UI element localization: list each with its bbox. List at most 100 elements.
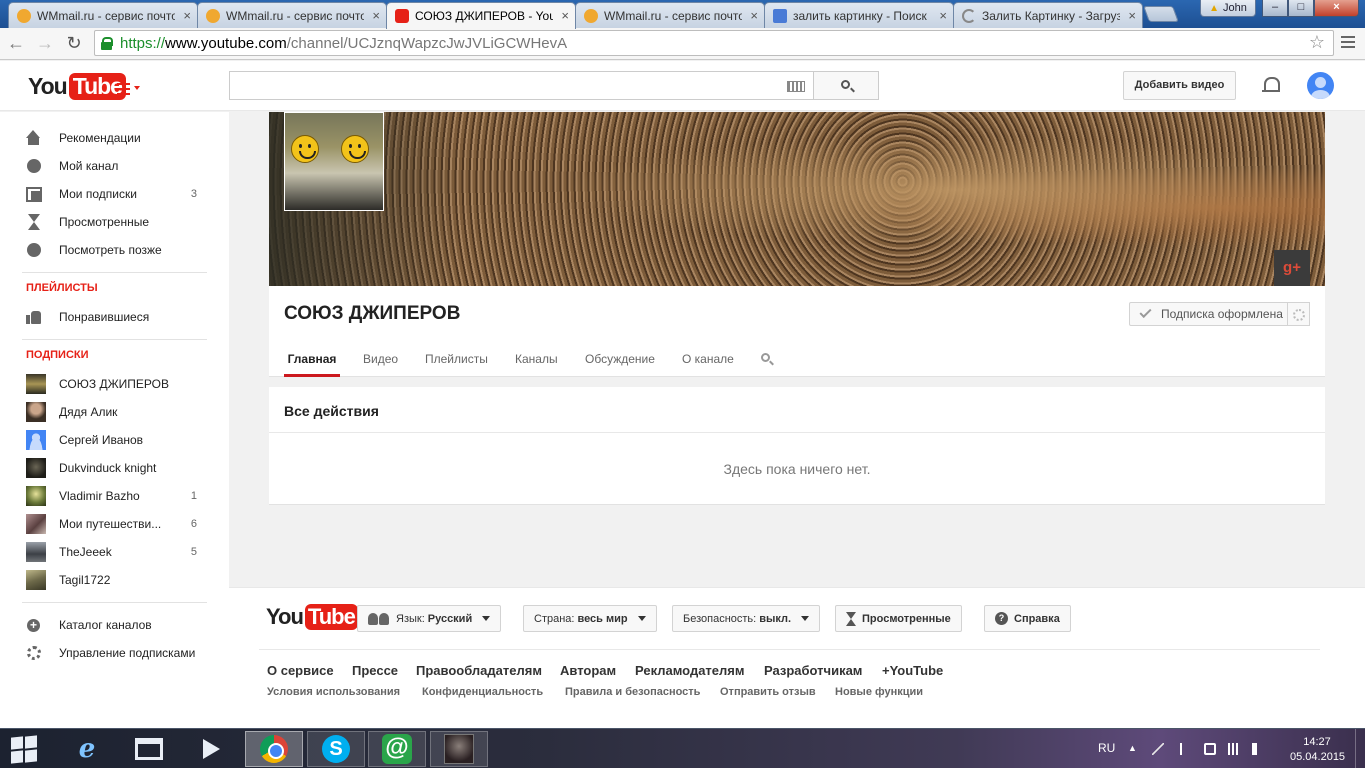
guide-item-liked[interactable]: Понравившиеся xyxy=(26,303,206,331)
country-picker[interactable]: Страна: весь мир xyxy=(523,605,657,632)
tab-discussion[interactable]: Обсуждение xyxy=(585,342,655,377)
footer-link-copyright[interactable]: Правообладателям xyxy=(416,663,542,678)
playlists-heading[interactable]: ПЛЕЙЛИСТЫ xyxy=(26,282,98,294)
footer-link-policy[interactable]: Правила и безопасность xyxy=(565,686,700,698)
safety-picker[interactable]: Безопасность: выкл. xyxy=(672,605,821,632)
guide-item-channel-catalog[interactable]: + Каталог каналов xyxy=(26,611,206,639)
tab-playlists[interactable]: Плейлисты xyxy=(425,342,488,377)
guide-item-label: Понравившиеся xyxy=(59,310,150,324)
browser-tab-5[interactable]: залить картинку - Поиск × xyxy=(764,2,954,28)
maximize-button[interactable]: □ xyxy=(1288,0,1314,17)
smiley-icon xyxy=(341,135,369,163)
close-icon[interactable]: × xyxy=(372,8,380,23)
footer-youtube-logo[interactable]: You Tube xyxy=(266,604,358,630)
upload-button[interactable]: Добавить видео xyxy=(1123,71,1236,100)
subscription-item[interactable]: Dukvinduck knight xyxy=(26,454,206,482)
power-icon[interactable] xyxy=(1204,743,1216,755)
browser-tab-4[interactable]: WMmail.ru - сервис почтов × xyxy=(575,2,765,28)
media-player-icon[interactable] xyxy=(182,731,240,767)
network-icon[interactable] xyxy=(1228,743,1240,755)
footer-link-privacy[interactable]: Конфиденциальность xyxy=(422,686,543,698)
browser-tab-6[interactable]: Залить Картинку - Загрузи × xyxy=(953,2,1143,28)
language-indicator[interactable]: RU xyxy=(1098,741,1115,755)
channel-search-icon[interactable] xyxy=(761,353,770,362)
safety-value: выкл. xyxy=(759,612,792,625)
footer-link-feedback[interactable]: Отправить отзыв xyxy=(720,686,816,698)
browser-tab-2[interactable]: WMmail.ru - сервис почтов × xyxy=(197,2,387,28)
keyboard-icon[interactable] xyxy=(787,81,805,92)
mail-agent-icon[interactable]: @ xyxy=(368,731,426,767)
guide-menu-icon[interactable] xyxy=(117,83,141,95)
tab-videos[interactable]: Видео xyxy=(363,342,398,377)
guide-item-recommended[interactable]: Рекомендации xyxy=(26,124,206,152)
close-icon[interactable]: × xyxy=(750,8,758,23)
show-hidden-icons-icon[interactable]: ▲ xyxy=(1128,743,1140,755)
tab-channels[interactable]: Каналы xyxy=(515,342,558,377)
youtube-logo[interactable]: You Tube xyxy=(28,73,126,100)
system-clock[interactable]: 14:27 05.04.2015 xyxy=(1290,735,1345,765)
guide-item-history[interactable]: Просмотренные xyxy=(26,208,206,236)
file-explorer-icon[interactable] xyxy=(120,731,178,767)
close-icon[interactable]: × xyxy=(939,8,947,23)
close-icon[interactable]: × xyxy=(561,8,569,23)
tab-about[interactable]: О канале xyxy=(682,342,734,377)
google-plus-button[interactable]: g+ xyxy=(1274,250,1310,286)
new-tab-button[interactable] xyxy=(1143,6,1179,22)
minimize-button[interactable]: – xyxy=(1262,0,1288,17)
footer-link-new-features[interactable]: Новые функции xyxy=(835,686,923,698)
guide-item-manage-subscriptions[interactable]: Управление подписками xyxy=(26,639,206,667)
subscription-item[interactable]: Vladimir Bazho 1 xyxy=(26,482,206,510)
tab-home[interactable]: Главная xyxy=(284,342,340,377)
reload-icon[interactable]: ↻ xyxy=(62,32,86,56)
channel-thumbnail xyxy=(26,486,46,506)
channel-banner xyxy=(269,112,1325,286)
antivirus-icon[interactable] xyxy=(1152,743,1164,755)
skype-icon[interactable]: S xyxy=(307,731,365,767)
subscription-item[interactable]: Tagil1722 xyxy=(26,566,206,594)
close-window-button[interactable]: × xyxy=(1314,0,1359,17)
close-icon[interactable]: × xyxy=(1128,8,1136,23)
subscription-item[interactable]: Сергей Иванов xyxy=(26,426,206,454)
history-button[interactable]: Просмотренные xyxy=(835,605,962,632)
windows-start-icon[interactable] xyxy=(10,735,38,764)
subscription-item[interactable]: Мои путешестви... 6 xyxy=(26,510,206,538)
guide-item-my-channel[interactable]: Мой канал xyxy=(26,152,206,180)
profile-button[interactable]: ▲ John xyxy=(1200,0,1256,17)
browser-tab-1[interactable]: WMmail.ru - сервис почтов × xyxy=(8,2,198,28)
footer-link-developers[interactable]: Разработчикам xyxy=(764,663,862,678)
subscribed-button[interactable]: Подписка оформлена xyxy=(1129,302,1288,326)
subscriptions-heading[interactable]: ПОДПИСКИ xyxy=(26,349,89,361)
help-button[interactable]: ? Справка xyxy=(984,605,1071,632)
footer-link-terms[interactable]: Условия использования xyxy=(267,686,400,698)
guide-item-watch-later[interactable]: Посмотреть позже xyxy=(26,236,206,264)
chrome-menu-icon[interactable] xyxy=(1341,36,1355,50)
browser-tab-3[interactable]: СОЮЗ ДЖИПЕРОВ - YouTube × xyxy=(386,2,576,29)
forward-icon[interactable]: → xyxy=(33,32,57,56)
bookmark-star-icon[interactable]: ☆ xyxy=(1309,32,1325,53)
internet-explorer-icon[interactable]: e xyxy=(58,731,116,767)
notifications-bell-icon[interactable] xyxy=(1262,75,1280,95)
footer-link-creators[interactable]: Авторам xyxy=(560,663,616,678)
back-icon[interactable]: ← xyxy=(4,32,28,56)
game-icon[interactable] xyxy=(430,731,488,767)
language-picker[interactable]: Язык: Русский xyxy=(357,605,502,632)
search-button[interactable] xyxy=(813,71,879,100)
footer-link-press[interactable]: Прессе xyxy=(352,663,398,678)
address-bar[interactable]: https:// www.youtube.com /channel/UCJznq… xyxy=(94,30,1334,56)
footer-link-plus-youtube[interactable]: +YouTube xyxy=(882,663,943,678)
action-center-flag-icon[interactable] xyxy=(1180,743,1192,755)
subscription-settings-gear-icon[interactable] xyxy=(1288,302,1310,326)
close-icon[interactable]: × xyxy=(183,8,191,23)
volume-icon[interactable] xyxy=(1252,743,1264,755)
channel-avatar[interactable] xyxy=(284,112,384,211)
subscription-item[interactable]: СОЮЗ ДЖИПЕРОВ xyxy=(26,370,206,398)
show-desktop-button[interactable] xyxy=(1355,729,1365,768)
footer-link-about[interactable]: О сервисе xyxy=(267,663,334,678)
chrome-icon[interactable] xyxy=(245,731,303,767)
guide-item-subscriptions[interactable]: Мои подписки 3 xyxy=(26,180,206,208)
subscription-item[interactable]: TheJeeek 5 xyxy=(26,538,206,566)
footer-link-advertise[interactable]: Рекламодателям xyxy=(635,663,744,678)
subscription-item[interactable]: Дядя Алик xyxy=(26,398,206,426)
avatar[interactable] xyxy=(1307,72,1334,99)
search-input[interactable] xyxy=(229,71,814,100)
